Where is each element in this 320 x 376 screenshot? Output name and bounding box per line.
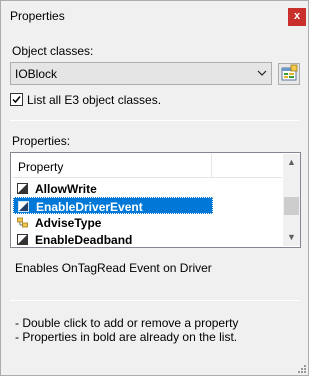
scroll-up-icon[interactable]: ▲ [283,154,300,171]
properties-list[interactable]: Property AllowWrite EnableDriverEvent Ad… [10,152,301,248]
list-item[interactable]: AdviseType [12,214,282,231]
list-item-label: AllowWrite [35,182,97,196]
property-column-header[interactable]: Property [12,154,282,178]
window-title: Properties [10,9,65,23]
property-icon [17,183,28,194]
scroll-thumb[interactable] [284,197,299,215]
list-item-label: EnableDriverEvent [36,200,143,214]
object-browser-button[interactable] [278,63,300,85]
list-item[interactable]: AllowWrite [12,180,282,197]
property-column-title: Property [18,160,64,174]
separator [10,120,300,121]
object-classes-dropdown[interactable]: IOBlock [10,62,272,85]
checkmark-icon [12,96,21,104]
property-description: Enables OnTagRead Event on Driver [15,261,212,275]
list-item-label: AdviseType [35,216,102,230]
enum-property-icon [17,217,28,228]
object-browser-icon [281,64,298,81]
list-all-classes-label[interactable]: List all E3 object classes. [27,93,161,107]
properties-label: Properties: [12,134,71,148]
column-divider[interactable] [211,154,212,178]
close-button[interactable]: x [288,8,306,26]
resize-grip-icon[interactable] [297,364,307,374]
scroll-down-icon[interactable]: ▼ [283,229,300,246]
object-classes-value: IOBlock [15,67,58,81]
help-text-line-2: - Properties in bold are already on the … [15,330,238,344]
list-all-classes-checkbox[interactable] [10,93,23,106]
list-item[interactable]: EnableDriverEvent [12,197,282,214]
help-text-line-1: - Double click to add or remove a proper… [15,316,239,330]
property-icon [17,234,28,245]
object-classes-label: Object classes: [12,44,94,58]
vertical-scrollbar[interactable]: ▲ ▼ [283,154,300,246]
properties-dialog: Properties x Object classes: IOBlock Lis… [0,0,309,376]
title-bar: Properties x [1,1,308,33]
chevron-down-icon[interactable] [255,66,269,80]
list-item-label: EnableDeadband [35,233,133,247]
separator [10,300,300,301]
property-icon [18,201,29,212]
list-item[interactable]: EnableDeadband [12,231,282,247]
